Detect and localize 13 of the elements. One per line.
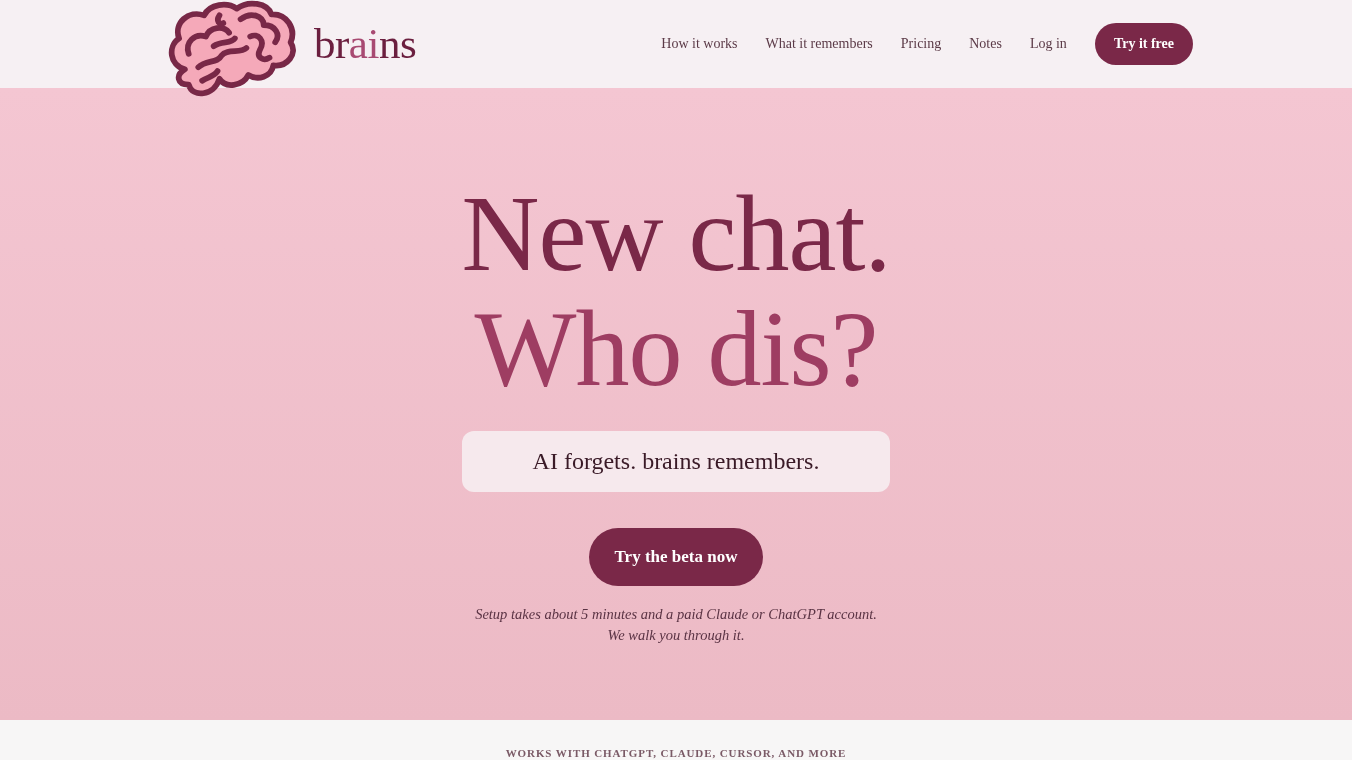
nav-link[interactable]: Pricing bbox=[900, 34, 942, 54]
nav-link[interactable]: What it remembers bbox=[765, 34, 873, 54]
nav-link[interactable]: How it works bbox=[661, 34, 738, 54]
headline: New chat. bbox=[461, 176, 891, 291]
tagline-card: AI forgets. brains remembers. bbox=[462, 431, 890, 492]
try-free-button[interactable]: Try it free bbox=[1094, 23, 1193, 65]
compat-label: WORKS WITH CHATGPT, CLAUDE, CURSOR, AND MORE bbox=[505, 746, 847, 760]
try-beta-button[interactable]: Try the beta now bbox=[588, 528, 764, 586]
logo-wordmark[interactable]: brains bbox=[314, 21, 417, 65]
nav-link[interactable]: Notes bbox=[969, 34, 1002, 54]
setup-note: Setup takes about 5 minutes and a paid Claude or ChatGPT account. We walk you through it. bbox=[475, 605, 877, 645]
nav-link[interactable]: Log in bbox=[1029, 34, 1067, 54]
headline: Who dis? bbox=[474, 291, 878, 406]
